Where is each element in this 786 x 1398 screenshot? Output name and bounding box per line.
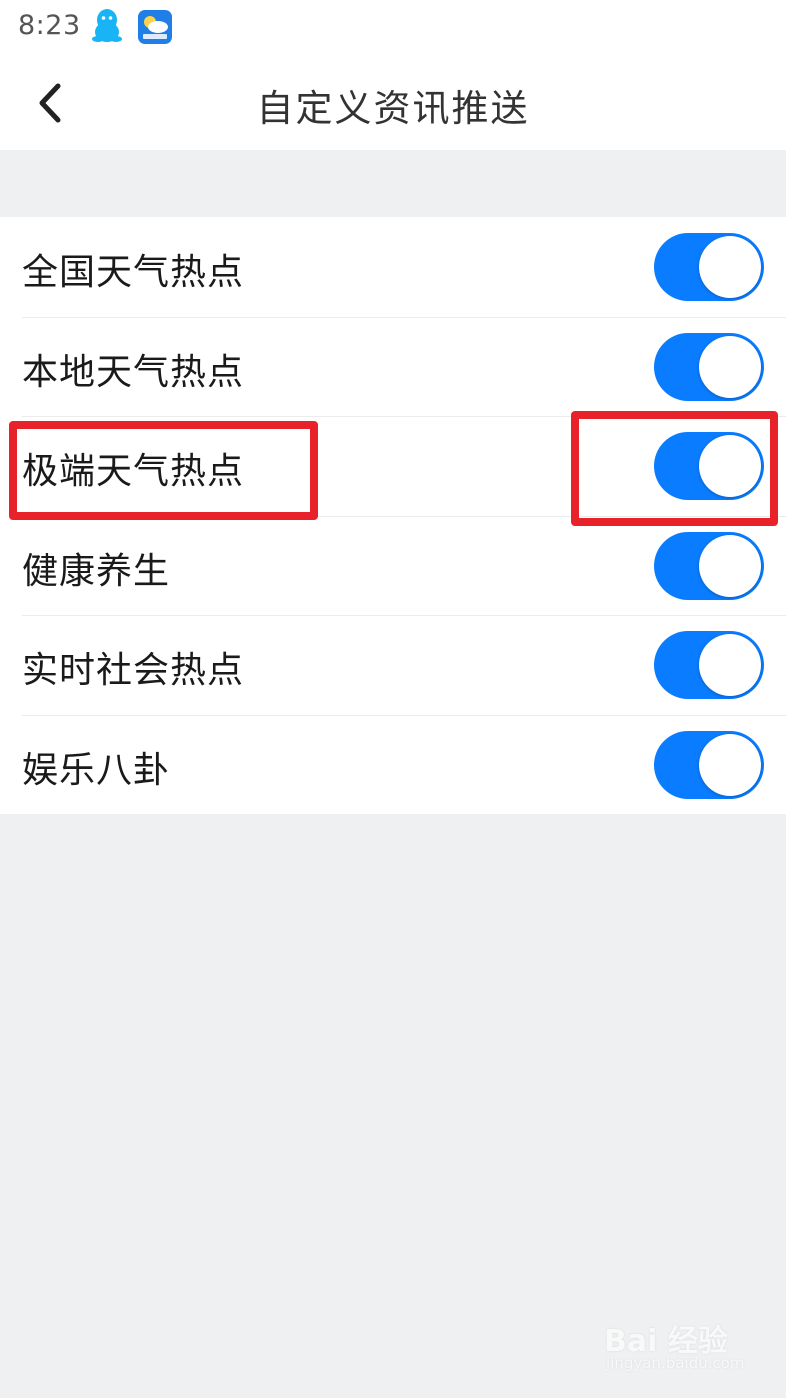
item-label: 娱乐八卦 (22, 749, 171, 791)
toggle-switch[interactable] (654, 233, 764, 301)
toggle-switch[interactable] (654, 531, 764, 600)
item-label: 极端天气热点 (22, 451, 245, 492)
toggle-knob (699, 733, 761, 796)
qq-icon (92, 9, 122, 42)
toggle-knob (699, 435, 761, 497)
toggle-knob (699, 634, 761, 696)
toggle-switch[interactable] (654, 432, 764, 500)
list-item-health: 健康养生 (0, 515, 786, 615)
status-time: 8:23 (18, 10, 81, 41)
screen: 8:23 自定义资讯推送 全国天气热点 本地天气热点 极端天气热点 健康养生 实… (0, 0, 786, 1398)
page-title: 自定义资讯推送 (256, 87, 530, 130)
list-item-social-news: 实时社会热点 (0, 615, 786, 715)
list-item-entertainment: 娱乐八卦 (0, 714, 786, 814)
item-label: 全国天气热点 (22, 252, 245, 293)
item-label: 实时社会热点 (22, 650, 245, 691)
settings-list: 全国天气热点 本地天气热点 极端天气热点 健康养生 实时社会热点 娱乐八卦 (0, 217, 786, 814)
watermark-url: jingyan.baidu.com (606, 1354, 745, 1372)
list-item-national-weather: 全国天气热点 (0, 217, 786, 317)
list-item-local-weather: 本地天气热点 (0, 316, 786, 416)
toggle-knob (699, 335, 761, 398)
list-item-extreme-weather: 极端天气热点 (0, 416, 786, 516)
baidu-jingyan-watermark: Bai 经验 jingyan.baidu.com (600, 1310, 770, 1380)
toggle-switch[interactable] (654, 730, 764, 799)
toggle-knob (699, 236, 761, 298)
toggle-knob (699, 534, 761, 597)
status-bar: 8:23 (0, 0, 786, 56)
toggle-switch[interactable] (654, 332, 764, 401)
nav-bar: 自定义资讯推送 (0, 56, 786, 150)
item-label: 本地天气热点 (22, 351, 245, 393)
item-label: 健康养生 (22, 550, 171, 592)
toggle-switch[interactable] (654, 631, 764, 699)
weather-app-icon (138, 10, 172, 44)
